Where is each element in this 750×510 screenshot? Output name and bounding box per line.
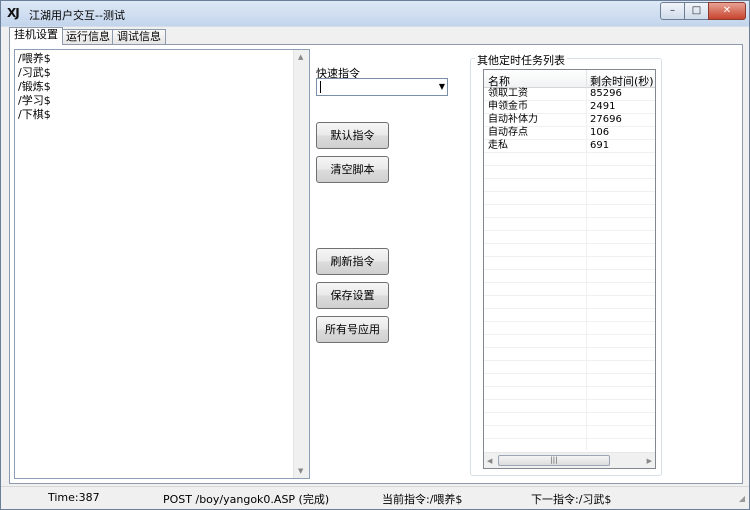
window-title: 江湖用户交互--测试 xyxy=(29,9,125,22)
script-textarea[interactable]: /喂养$ /习武$ /锻炼$ /学习$ /下棋$ ▲ ▼ xyxy=(14,49,310,479)
empty-row xyxy=(484,413,655,426)
empty-row xyxy=(484,231,655,244)
list-item[interactable]: 自动存点 106 xyxy=(484,127,655,140)
timed-task-group-title: 其他定时任务列表 xyxy=(475,52,567,68)
empty-row xyxy=(484,400,655,413)
empty-row xyxy=(484,257,655,270)
scroll-up-icon[interactable]: ▲ xyxy=(298,53,303,61)
task-remaining: 691 xyxy=(590,140,610,151)
script-line: /下棋$ xyxy=(18,108,51,121)
resize-grip-icon[interactable]: ◢ xyxy=(739,494,745,503)
task-name: 自动存点 xyxy=(488,127,528,138)
empty-row xyxy=(484,309,655,322)
script-line: /习武$ xyxy=(18,66,51,79)
task-name: 领取工资 xyxy=(488,88,528,99)
list-item[interactable]: 申领金币 2491 xyxy=(484,101,655,114)
list-item[interactable]: 自动补体力 27696 xyxy=(484,114,655,127)
client-area: 挂机设置 运行信息 调试信息 /喂养$ /习武$ /锻炼$ /学习$ /下棋$ … xyxy=(7,27,745,486)
list-header: 名称 剩余时间(秒) xyxy=(484,70,655,88)
empty-row xyxy=(484,335,655,348)
empty-row xyxy=(484,283,655,296)
status-current-command: 当前指令:/喂养$ xyxy=(382,493,463,506)
empty-row xyxy=(484,322,655,335)
empty-row xyxy=(484,374,655,387)
task-remaining: 106 xyxy=(590,127,610,138)
task-remaining: 2491 xyxy=(590,101,616,112)
empty-row xyxy=(484,192,655,205)
empty-row xyxy=(484,205,655,218)
script-lines: /喂养$ /习武$ /锻炼$ /学习$ /下棋$ xyxy=(18,52,51,122)
list-horizontal-scrollbar[interactable]: ◀ ||| ▶ xyxy=(484,452,655,468)
text-caret xyxy=(320,81,321,93)
close-button[interactable]: ✕ xyxy=(708,2,746,20)
refresh-command-button[interactable]: 刷新指令 xyxy=(316,248,389,275)
empty-row xyxy=(484,244,655,257)
title-bar[interactable]: XJ 江湖用户交互--测试 – □ ✕ xyxy=(1,1,749,26)
app-logo-icon: XJ xyxy=(7,6,20,20)
script-line: /锻炼$ xyxy=(18,80,51,93)
empty-row xyxy=(484,179,655,192)
save-settings-button[interactable]: 保存设置 xyxy=(316,282,389,309)
maximize-button[interactable]: □ xyxy=(684,2,709,20)
list-item[interactable]: 走私 691 xyxy=(484,140,655,153)
tab-hangup-settings[interactable]: 挂机设置 xyxy=(9,27,63,45)
list-item[interactable]: 领取工资 85296 xyxy=(484,88,655,101)
script-vertical-scrollbar[interactable]: ▲ ▼ xyxy=(293,50,309,478)
column-gridline xyxy=(586,88,587,450)
status-time: Time:387 xyxy=(48,491,100,504)
empty-row xyxy=(484,270,655,283)
task-remaining: 27696 xyxy=(590,114,622,125)
column-divider[interactable] xyxy=(586,70,587,88)
empty-row xyxy=(484,387,655,400)
apply-all-accounts-button[interactable]: 所有号应用 xyxy=(316,316,389,343)
scroll-thumb[interactable]: ||| xyxy=(498,455,610,466)
status-bar: Time:387 POST /boy/yangok0.ASP (完成) 当前指令… xyxy=(1,486,749,509)
status-request: POST /boy/yangok0.ASP (完成) xyxy=(163,493,330,506)
script-line: /学习$ xyxy=(18,94,51,107)
minimize-button[interactable]: – xyxy=(660,2,685,20)
task-name: 自动补体力 xyxy=(488,114,538,125)
script-line: /喂养$ xyxy=(18,52,51,65)
default-command-button[interactable]: 默认指令 xyxy=(316,122,389,149)
timed-task-list[interactable]: 名称 剩余时间(秒) 领取工资 85296 申领金币 2491 自动补体力 27… xyxy=(483,69,656,469)
empty-row xyxy=(484,361,655,374)
scroll-left-icon[interactable]: ◀ xyxy=(487,457,492,465)
scroll-down-icon[interactable]: ▼ xyxy=(298,467,303,475)
task-name: 走私 xyxy=(488,140,508,151)
column-header-name[interactable]: 名称 xyxy=(488,73,510,89)
timed-task-group: 其他定时任务列表 名称 剩余时间(秒) 领取工资 85296 申领金币 2491… xyxy=(470,52,662,476)
tab-run-info[interactable]: 运行信息 xyxy=(61,29,115,45)
scroll-right-icon[interactable]: ▶ xyxy=(647,457,652,465)
empty-row xyxy=(484,153,655,166)
clear-script-button[interactable]: 清空脚本 xyxy=(316,156,389,183)
status-next-command: 下一指令:/习武$ xyxy=(531,493,612,506)
settings-panel: /喂养$ /习武$ /锻炼$ /学习$ /下棋$ ▲ ▼ 快速指令 ▼ 默认指令… xyxy=(9,44,743,484)
task-remaining: 85296 xyxy=(590,88,622,99)
column-header-remaining[interactable]: 剩余时间(秒) xyxy=(590,73,654,89)
empty-row xyxy=(484,296,655,309)
empty-row xyxy=(484,348,655,361)
empty-row xyxy=(484,166,655,179)
empty-row xyxy=(484,426,655,439)
task-name: 申领金币 xyxy=(488,101,528,112)
chevron-down-icon[interactable]: ▼ xyxy=(439,82,445,91)
empty-row xyxy=(484,218,655,231)
quick-command-select[interactable]: ▼ xyxy=(316,78,448,96)
list-body: 领取工资 85296 申领金币 2491 自动补体力 27696 自动存点 10… xyxy=(484,88,655,450)
tab-debug-info[interactable]: 调试信息 xyxy=(112,29,166,45)
app-window: XJ 江湖用户交互--测试 – □ ✕ 挂机设置 运行信息 调试信息 /喂养$ … xyxy=(0,0,750,510)
